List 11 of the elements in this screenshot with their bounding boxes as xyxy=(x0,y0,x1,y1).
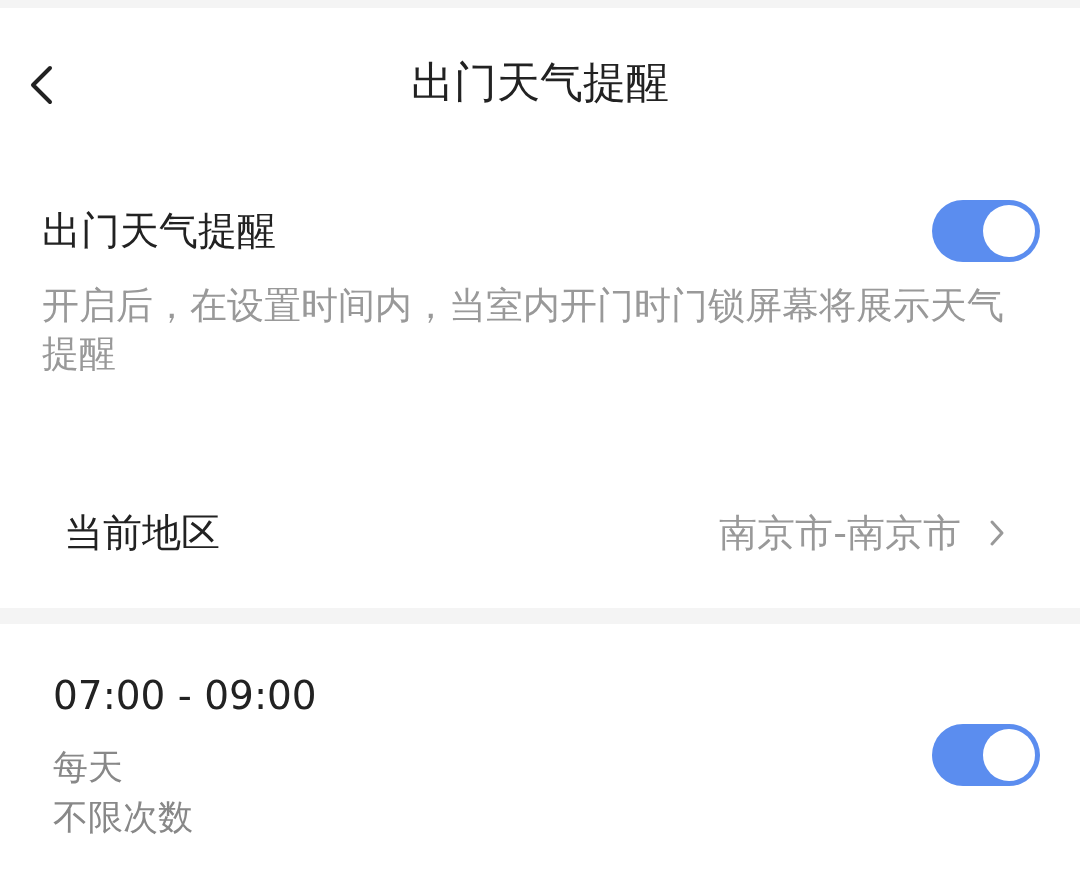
limit-text: 不限次数 xyxy=(53,796,194,839)
region-value: 南京市-南京市 xyxy=(719,509,961,557)
chevron-icon xyxy=(989,519,1005,547)
back-icon[interactable] xyxy=(28,65,54,105)
region-row[interactable]: 当前地区 南京市-南京市 xyxy=(0,458,1080,608)
setting-description: 开启后，在设置时间内，当室内开门时门锁屏幕将展示天气提醒 xyxy=(42,283,1005,377)
page-title: 出门天气提醒 xyxy=(411,56,669,109)
repeat-text: 每天 xyxy=(53,746,124,789)
time-range: 07:00 - 09:00 xyxy=(53,672,317,720)
setting-label: 出门天气提醒 xyxy=(42,207,276,255)
region-label: 当前地区 xyxy=(64,509,220,557)
